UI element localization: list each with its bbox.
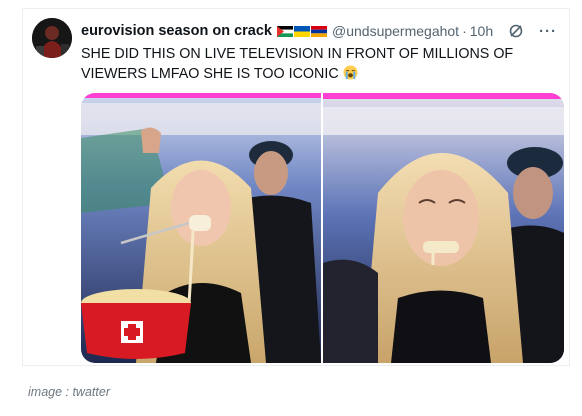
palestine-flag-icon xyxy=(277,25,293,37)
separator-dot: · xyxy=(462,23,467,39)
armenia-flag-icon xyxy=(311,25,327,37)
photo-right[interactable] xyxy=(323,93,564,363)
image-caption: image : twatter xyxy=(28,385,110,399)
ukraine-flag-icon xyxy=(294,25,310,37)
tweet-header: eurovision season on crack @undsupermega… xyxy=(81,21,557,41)
author-handle[interactable]: @undsupermegahot xyxy=(332,23,459,39)
avatar[interactable] xyxy=(32,18,72,58)
tweet-card[interactable]: eurovision season on crack @undsupermega… xyxy=(22,8,570,366)
media-grid xyxy=(81,93,564,363)
loudly-crying-face-icon xyxy=(343,65,358,80)
more-options-icon[interactable]: ··· xyxy=(539,24,557,39)
tweet-body: SHE DID THIS ON LIVE TELEVISION IN FRONT… xyxy=(81,46,514,82)
tweet-text: SHE DID THIS ON LIVE TELEVISION IN FRONT… xyxy=(81,44,561,84)
author-name[interactable]: eurovision season on crack xyxy=(81,23,272,39)
grok-icon[interactable] xyxy=(507,22,525,40)
flag-emojis xyxy=(277,25,327,37)
timestamp[interactable]: 10h xyxy=(470,23,493,39)
photo-left[interactable] xyxy=(81,93,321,363)
